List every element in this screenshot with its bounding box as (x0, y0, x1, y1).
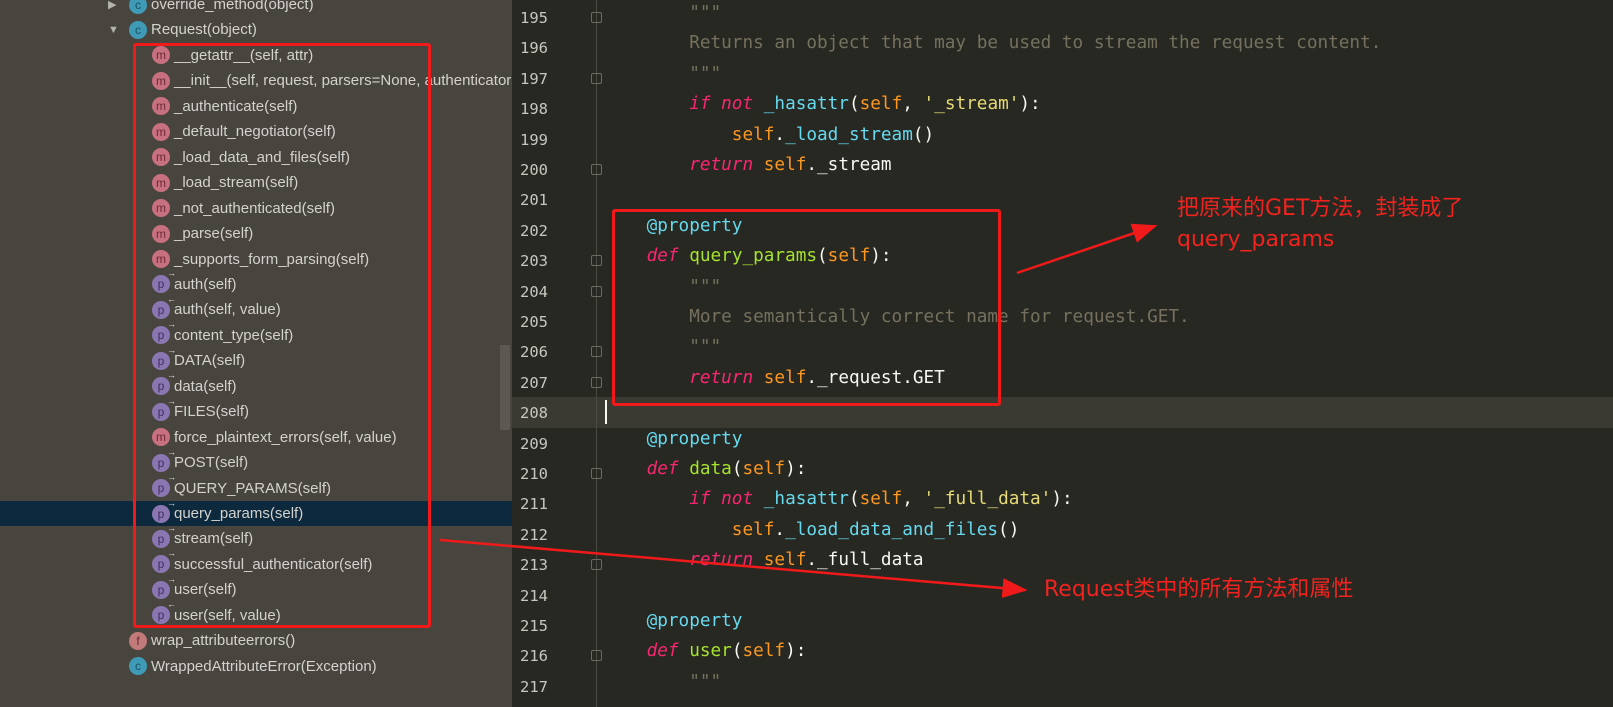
arrow-to-query-params-note (1016, 223, 1158, 275)
annotation-note-members: Request类中的所有方法和属性 (1044, 577, 1354, 602)
annotation-note-query-params: 把原来的GET方法，封装成了 query_params (1177, 193, 1463, 255)
note-line: 把原来的GET方法，封装成了 (1177, 196, 1464, 221)
note-line: query_params (1177, 227, 1335, 252)
arrow-to-members-note (439, 538, 1028, 599)
annotation-arrows (439, 223, 1158, 599)
